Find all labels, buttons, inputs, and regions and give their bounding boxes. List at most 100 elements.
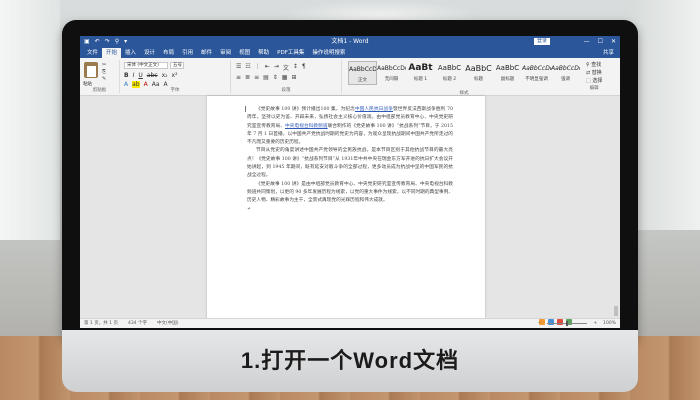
paragraph-2: 节目从党史的角度讲述中国共产党领导的全民族抗战，是本节目区别于其他抗战节目的最大… bbox=[247, 148, 453, 179]
style-heading-1[interactable]: AaBt 标题 1 bbox=[406, 61, 435, 85]
page-count[interactable]: 第 1 页，共 1 页 bbox=[84, 319, 118, 328]
tab-insert[interactable]: 插入 bbox=[121, 48, 140, 58]
justify-icon[interactable]: ▤ bbox=[263, 74, 269, 81]
tab-mailings[interactable]: 邮件 bbox=[197, 48, 216, 58]
cut-icon[interactable]: ✂ bbox=[102, 62, 106, 69]
underline-button[interactable]: U bbox=[138, 72, 142, 79]
style-name: 标题 bbox=[474, 77, 483, 82]
numbering-icon[interactable]: ☷ bbox=[245, 63, 250, 72]
step-caption: 1.打开一个Word文档 bbox=[240, 348, 460, 373]
font-format-row: B I U abc x₂ x² bbox=[124, 72, 178, 79]
tab-layout[interactable]: 布局 bbox=[159, 48, 178, 58]
bold-button[interactable]: B bbox=[124, 72, 129, 79]
text-effects-button[interactable]: A bbox=[124, 81, 128, 88]
scrollbar-thumb[interactable] bbox=[614, 306, 618, 316]
styles-gallery: AaBbCcDd 正文 AaBbCcDd 无间隔 AaBt 标题 1 AaBbC… bbox=[348, 61, 580, 96]
tell-me-search[interactable]: 操作说明搜索 bbox=[308, 48, 349, 58]
zoom-in-icon[interactable]: + bbox=[593, 319, 597, 328]
superscript-button[interactable]: x² bbox=[172, 72, 178, 79]
title-bar: ▣ ↶ ↷ ⚲ ▾ 文档1 - Word 登录 — ☐ ✕ bbox=[80, 36, 620, 48]
style-heading-2[interactable]: AaBbC 标题 2 bbox=[435, 61, 464, 85]
style-no-spacing[interactable]: AaBbCcDd 无间隔 bbox=[377, 61, 406, 85]
paste-button[interactable] bbox=[84, 62, 98, 80]
select-label: 选择 bbox=[592, 78, 603, 84]
zoom-level[interactable]: 100% bbox=[603, 319, 616, 328]
zoom-out-icon[interactable]: − bbox=[538, 319, 542, 328]
word-count[interactable]: 434 个字 bbox=[128, 319, 147, 328]
align-center-icon[interactable]: ≣ bbox=[245, 74, 250, 81]
background-window-right bbox=[628, 0, 700, 230]
line-spacing-icon[interactable]: ⇕ bbox=[273, 74, 278, 81]
language-indicator[interactable]: 中文(中国) bbox=[157, 319, 179, 328]
shading-icon[interactable]: ▦ bbox=[282, 74, 288, 81]
zoom-slider[interactable] bbox=[547, 321, 588, 326]
minimize-icon[interactable]: — bbox=[584, 36, 590, 48]
char-shading-button[interactable]: A bbox=[164, 81, 168, 88]
copy-icon[interactable]: ⎘ bbox=[102, 69, 106, 76]
style-name: 标题 2 bbox=[442, 77, 457, 82]
style-name: 副标题 bbox=[500, 77, 515, 82]
tab-view[interactable]: 视图 bbox=[235, 48, 254, 58]
p1-link-2[interactable]: 中央电视台科教频道 bbox=[285, 124, 328, 129]
ribbon-home: 粘贴 ✂ ⎘ ✎ 剪贴板 字体 宋体 (中文正文) 五号 B I U abc x… bbox=[80, 58, 620, 96]
format-painter-icon[interactable]: ✎ bbox=[102, 76, 106, 83]
highlight-button[interactable]: ab bbox=[132, 81, 140, 88]
style-normal[interactable]: AaBbCcDd 正文 bbox=[348, 61, 377, 85]
increase-indent-icon[interactable]: ⇥ bbox=[274, 63, 279, 72]
document-body[interactable]: 《党史故事 100 讲》预计播出100 集，为纪念中国人民抗日战争暨世界反法西斯… bbox=[247, 106, 453, 214]
borders-icon[interactable]: ⊞ bbox=[291, 74, 296, 81]
status-right: − + 100% bbox=[538, 319, 616, 328]
paragraph-1: 《党史故事 100 讲》预计播出100 集，为纪念中国人民抗日战争暨世界反法西斯… bbox=[247, 106, 453, 147]
editing-group: ⚲ 查找 ⇄ 替换 ⬚ 选择 编辑 bbox=[586, 61, 602, 93]
align-right-icon[interactable]: ≡ bbox=[254, 74, 259, 81]
style-emphasis[interactable]: AaBbCcDd 强调 bbox=[551, 61, 580, 85]
vertical-scrollbar[interactable] bbox=[614, 96, 618, 318]
bullets-icon[interactable]: ☰ bbox=[236, 63, 241, 72]
style-subtitle[interactable]: AaBbC 副标题 bbox=[493, 61, 522, 85]
tab-pdf-tools[interactable]: PDF工具集 bbox=[273, 48, 308, 58]
multilevel-list-icon[interactable]: ⋮ bbox=[255, 63, 261, 72]
tab-references[interactable]: 引用 bbox=[178, 48, 197, 58]
align-left-icon[interactable]: ≡ bbox=[236, 74, 241, 81]
style-title[interactable]: AaBbC 标题 bbox=[464, 61, 493, 85]
strikethrough-button[interactable]: abc bbox=[147, 72, 158, 79]
tab-help[interactable]: 帮助 bbox=[254, 48, 273, 58]
tab-home[interactable]: 开始 bbox=[102, 48, 122, 58]
chinese-layout-icon[interactable]: 文 bbox=[283, 63, 289, 72]
window-controls: — ☐ ✕ bbox=[584, 36, 616, 48]
decrease-indent-icon[interactable]: ⇤ bbox=[265, 63, 270, 72]
font-size-select[interactable]: 五号 bbox=[170, 62, 184, 69]
style-subtle-emphasis[interactable]: AaBbCcDd 不明显强调 bbox=[522, 61, 551, 85]
status-left: 第 1 页，共 1 页 434 个字 中文(中国) bbox=[84, 319, 179, 328]
close-icon[interactable]: ✕ bbox=[611, 36, 616, 48]
clipboard-icon bbox=[84, 62, 98, 78]
style-sample: AaBbCcDd bbox=[349, 66, 376, 73]
tab-review[interactable]: 审阅 bbox=[216, 48, 235, 58]
style-name: 标题 1 bbox=[413, 77, 428, 82]
italic-button[interactable]: I bbox=[133, 72, 135, 79]
font-name-select[interactable]: 宋体 (中文正文) bbox=[124, 62, 168, 69]
p1-text-a: 《党史故事 100 讲》预计播出100 集，为纪念 bbox=[256, 107, 355, 112]
change-case-button[interactable]: Aa bbox=[152, 81, 160, 88]
ribbon-tabs: 文件 开始 插入 设计 布局 引用 邮件 审阅 视图 帮助 PDF工具集 操作说… bbox=[80, 48, 620, 58]
replace-button[interactable]: ⇄ 替换 bbox=[586, 69, 602, 77]
paragraph-group-label: 段落 bbox=[281, 88, 291, 93]
editing-group-label: 编辑 bbox=[589, 86, 599, 91]
login-button[interactable]: 登录 bbox=[533, 38, 550, 45]
maximize-icon[interactable]: ☐ bbox=[598, 36, 603, 48]
font-color-button[interactable]: A bbox=[144, 81, 148, 88]
style-name: 强调 bbox=[561, 77, 570, 82]
show-marks-icon[interactable]: ¶ bbox=[302, 63, 306, 72]
p1-link-1[interactable]: 中国人民抗日战争 bbox=[355, 107, 393, 112]
tab-design[interactable]: 设计 bbox=[140, 48, 159, 58]
font-color-row: A ab A Aa A bbox=[124, 81, 168, 88]
tab-file[interactable]: 文件 bbox=[83, 48, 102, 58]
style-name: 正文 bbox=[358, 78, 367, 83]
sort-icon[interactable]: ↕ bbox=[293, 63, 298, 72]
select-button[interactable]: ⬚ 选择 bbox=[586, 77, 602, 85]
document-page[interactable]: 《党史故事 100 讲》预计播出100 集，为纪念中国人民抗日战争暨世界反法西斯… bbox=[207, 96, 485, 318]
subscript-button[interactable]: x₂ bbox=[162, 72, 168, 79]
clipboard-group: 粘贴 ✂ ⎘ ✎ 剪贴板 bbox=[80, 60, 120, 93]
share-button[interactable]: 共享 bbox=[603, 48, 614, 58]
find-button[interactable]: ⚲ 查找 bbox=[586, 61, 602, 69]
